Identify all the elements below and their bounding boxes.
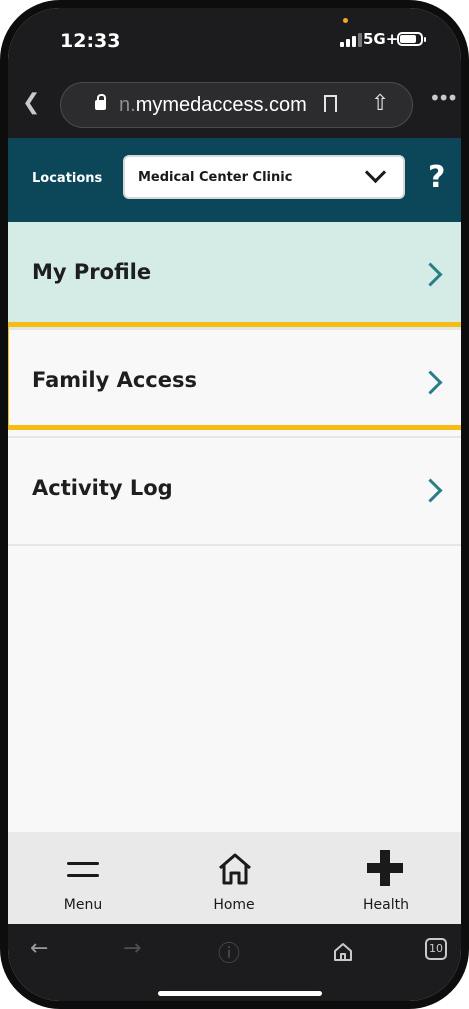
browser-back-icon[interactable]: ←	[30, 936, 48, 961]
tabs-count-button[interactable]: 10	[425, 938, 447, 960]
info-icon: ⓘ	[218, 942, 241, 967]
browser-toolbar: ← → ⓘ 10	[8, 924, 461, 1001]
browser-home-icon[interactable]	[333, 942, 353, 962]
chevron-down-icon	[364, 161, 387, 184]
bookmark-icon[interactable]	[324, 95, 337, 112]
home-icon	[219, 853, 251, 885]
hamburger-icon	[67, 862, 99, 878]
browser-address-bar: ❮ n.mymedaccess.com ⇧ •••	[8, 68, 461, 138]
browser-forward-icon: →	[123, 936, 142, 961]
nav-label: Home	[213, 897, 255, 913]
back-chevron-icon[interactable]: ❮	[22, 90, 40, 115]
bottom-nav: Menu Home Health	[8, 832, 461, 924]
location-select[interactable]: Medical Center Clinic	[123, 155, 405, 199]
nav-label: Health	[363, 897, 409, 913]
signal-icon	[340, 33, 364, 47]
menu-item-label: Activity Log	[32, 476, 173, 500]
privacy-indicator-dot	[343, 18, 348, 23]
location-select-value: Medical Center Clinic	[138, 170, 293, 185]
nav-home-button[interactable]: Home	[159, 832, 309, 924]
url-text: n.mymedaccess.com	[119, 94, 307, 116]
battery-icon	[397, 32, 426, 46]
lock-icon	[95, 94, 106, 110]
nav-label: Menu	[63, 897, 103, 913]
home-indicator	[158, 991, 322, 996]
menu-item-label: My Profile	[32, 260, 152, 284]
menu-item-my-profile[interactable]: My Profile	[8, 222, 461, 330]
chevron-right-icon	[418, 370, 443, 395]
locations-label: Locations	[32, 171, 103, 186]
phone-frame: 12:33 5G+ ❮ n.mymedaccess.com ⇧ ••• Loca…	[0, 0, 469, 1009]
status-bar: 12:33 5G+	[8, 8, 461, 68]
menu-item-family-access[interactable]: Family Access	[8, 330, 461, 438]
status-time: 12:33	[60, 30, 121, 52]
menu-item-label: Family Access	[32, 368, 197, 392]
location-header: Locations Medical Center Clinic ?	[8, 138, 461, 222]
screen: 12:33 5G+ ❮ n.mymedaccess.com ⇧ ••• Loca…	[8, 8, 461, 1001]
plus-icon	[367, 850, 403, 886]
nav-health-button[interactable]: Health	[311, 832, 461, 924]
network-type: 5G+	[363, 30, 399, 48]
chevron-right-icon	[418, 478, 443, 503]
help-button[interactable]: ?	[428, 160, 445, 195]
url-field[interactable]: n.mymedaccess.com ⇧	[60, 82, 413, 128]
more-icon[interactable]: •••	[429, 86, 458, 110]
menu-item-activity-log[interactable]: Activity Log	[8, 438, 461, 546]
chevron-right-icon	[418, 262, 443, 287]
nav-menu-button[interactable]: Menu	[8, 832, 158, 924]
share-icon[interactable]: ⇧	[371, 91, 389, 116]
